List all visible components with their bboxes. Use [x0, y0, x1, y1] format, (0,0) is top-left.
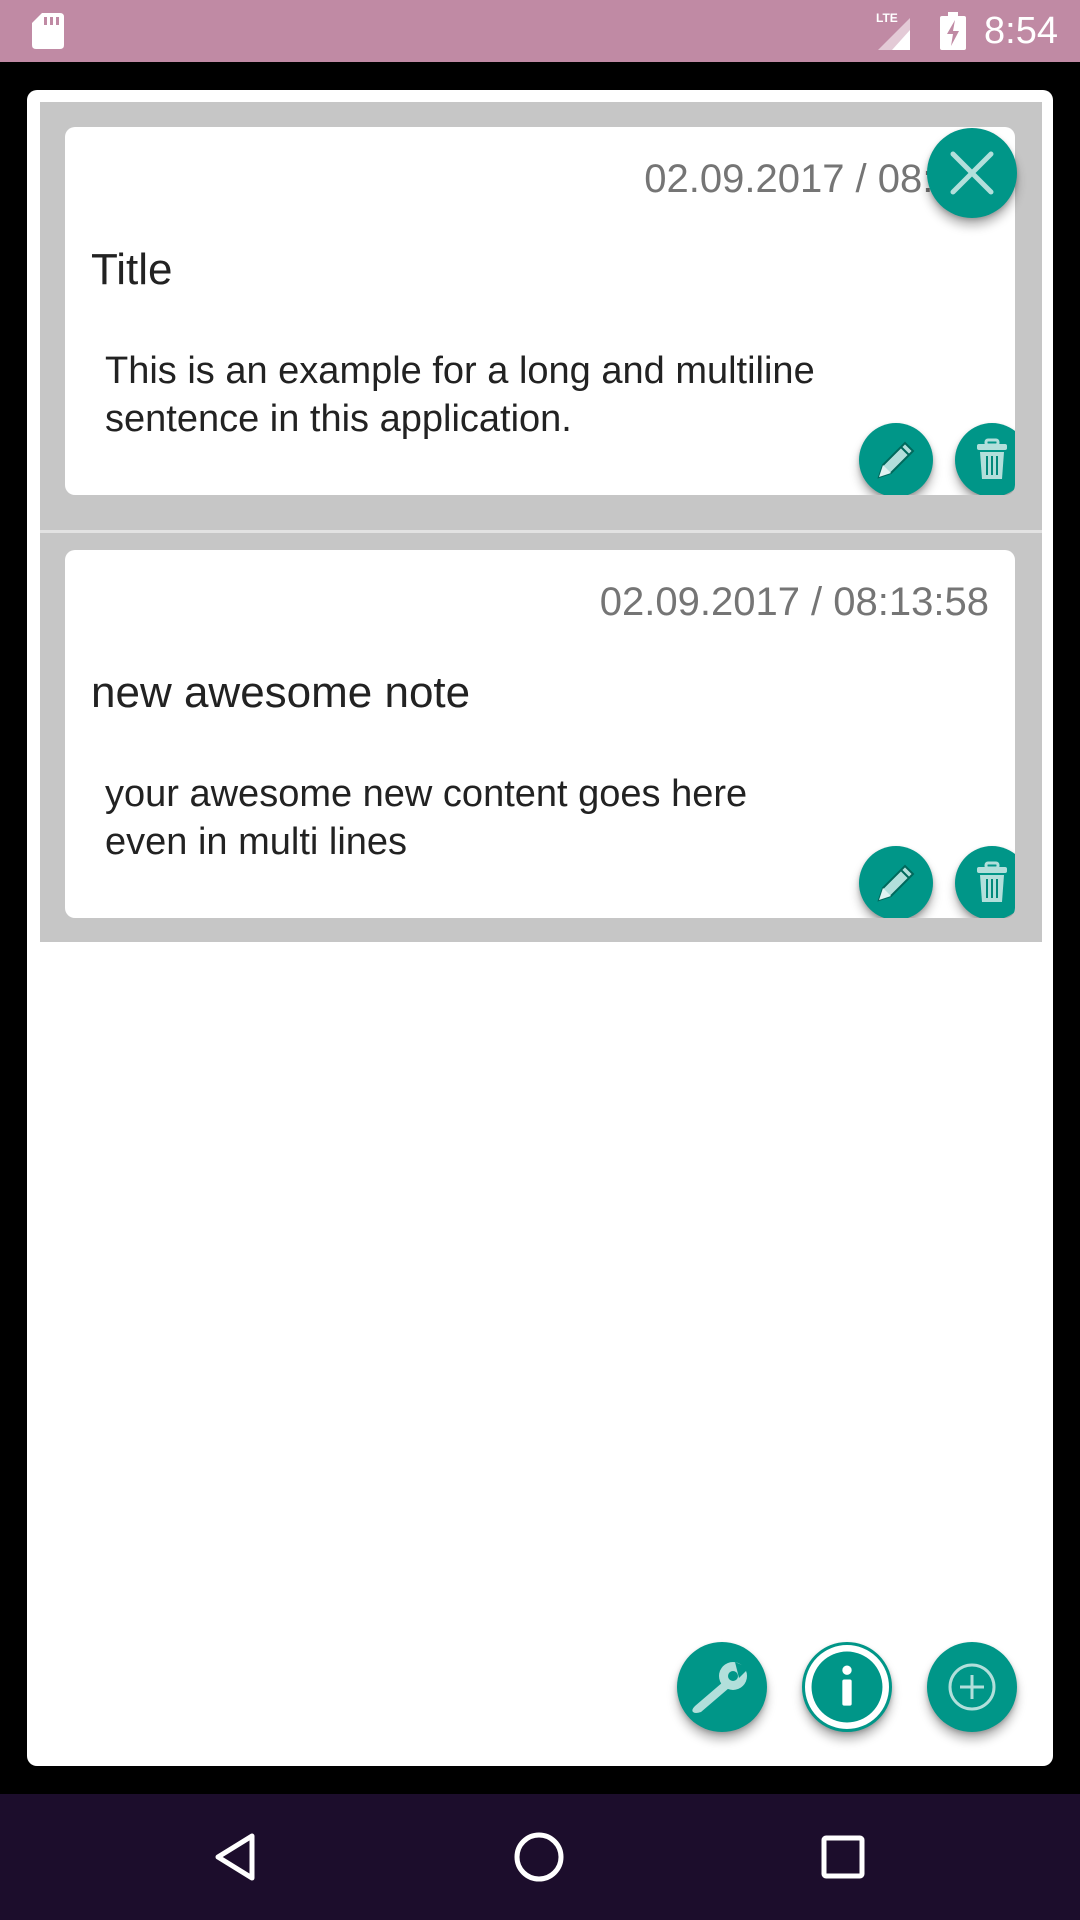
sd-card-icon: [32, 13, 64, 49]
lte-signal-icon: LTE: [876, 11, 910, 50]
pencil-icon: [877, 864, 915, 902]
status-bar: LTE 8:54: [0, 0, 1080, 62]
note-title: new awesome note: [91, 668, 471, 717]
settings-button[interactable]: [677, 1642, 767, 1732]
note-card[interactable]: 02.09.2017 / 08:13:58 new awesome note y…: [65, 550, 1015, 918]
edit-note-button[interactable]: [859, 423, 933, 495]
trash-icon: [977, 861, 1007, 902]
back-triangle-icon[interactable]: [204, 1824, 270, 1890]
info-icon: [811, 1651, 883, 1723]
pencil-icon: [877, 441, 915, 479]
trash-icon: [977, 438, 1007, 479]
note-content: This is an example for a long and multil…: [105, 350, 815, 439]
close-button[interactable]: [927, 128, 1017, 218]
note-card[interactable]: 02.09.2017 / 08:04: Title This is an exa…: [65, 127, 1015, 495]
notes-dialog: 02.09.2017 / 08:04: Title This is an exa…: [27, 90, 1053, 1766]
battery-charging-icon: [940, 12, 966, 50]
notes-list: 02.09.2017 / 08:04: Title This is an exa…: [40, 102, 1042, 942]
list-divider: [40, 530, 1042, 533]
home-circle-icon[interactable]: [506, 1824, 572, 1890]
delete-note-button[interactable]: [955, 846, 1015, 918]
close-icon: [950, 151, 994, 195]
delete-note-button[interactable]: [955, 423, 1015, 495]
wrench-icon: [692, 1662, 749, 1713]
note-title: Title: [91, 245, 173, 294]
navigation-bar: [0, 1794, 1080, 1920]
add-circle-icon: [948, 1663, 996, 1711]
add-note-button[interactable]: [927, 1642, 1017, 1732]
status-clock: 8:54: [984, 10, 1058, 52]
note-content: your awesome new content goes here even …: [105, 773, 748, 862]
svg-text:LTE: LTE: [876, 11, 898, 25]
edit-note-button[interactable]: [859, 846, 933, 918]
recents-square-icon[interactable]: [810, 1824, 876, 1890]
note-date: 02.09.2017 / 08:13:58: [599, 580, 989, 624]
info-button[interactable]: [802, 1642, 892, 1732]
